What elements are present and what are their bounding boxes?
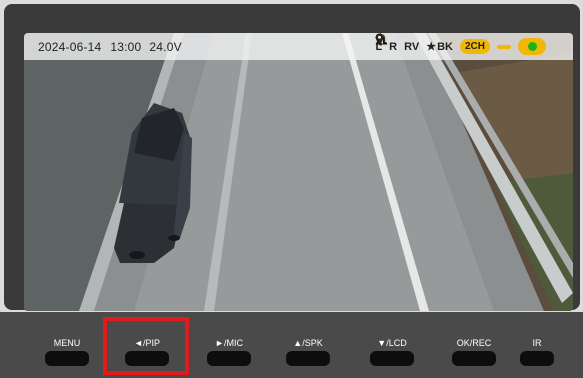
star-icon: ★ — [426, 41, 437, 53]
dashcam-device: 2024-06-14 13:00 24.0V L R RV ★ BK 2CH M… — [0, 0, 583, 378]
brake-label: BK — [437, 40, 453, 53]
status-icons: L R RV ★ BK 2CH — [375, 33, 567, 60]
right-mic-button-label: ►/MIC — [215, 338, 243, 348]
down-lcd-button-label: ▼/LCD — [377, 338, 407, 348]
right-mic-button[interactable] — [207, 351, 251, 366]
right-light-indicator: R — [377, 33, 398, 53]
channels-badge: 2CH — [459, 39, 490, 54]
ir-control: IR — [497, 312, 577, 378]
reverse-light-label: RV — [404, 40, 420, 53]
time-text: 13:00 — [110, 39, 142, 54]
up-spk-button-label: ▲/SPK — [293, 338, 323, 348]
recording-dot-icon — [527, 42, 537, 51]
down-lcd-control: ▼/LCD — [352, 312, 432, 378]
right-light-label: R — [389, 40, 398, 53]
reverse-light-indicator: RV — [377, 33, 420, 53]
down-lcd-button[interactable] — [370, 351, 414, 366]
date-text: 2024-06-14 — [38, 39, 102, 54]
voltage-text: 24.0V — [149, 39, 182, 54]
menu-button-label: MENU — [53, 338, 81, 348]
camera-view: 2024-06-14 13:00 24.0V L R RV ★ BK 2CH — [24, 33, 573, 311]
highlight-box — [103, 317, 189, 375]
menu-control: MENU — [27, 312, 107, 378]
warning-icon — [375, 33, 511, 49]
up-spk-button[interactable] — [286, 351, 330, 366]
status-bar: 2024-06-14 13:00 24.0V L R RV ★ BK 2CH — [24, 33, 573, 60]
right-mic-control: ►/MIC — [189, 312, 269, 378]
ir-button[interactable] — [520, 351, 554, 366]
road-scene — [24, 33, 573, 311]
brake-indicator: ★ BK — [426, 40, 453, 54]
menu-button[interactable] — [45, 351, 89, 366]
ir-button-label: IR — [532, 338, 542, 348]
recording-camera-icon — [375, 33, 546, 55]
ok-rec-button[interactable] — [452, 351, 496, 366]
up-spk-control: ▲/SPK — [268, 312, 348, 378]
control-panel: MENU ◄/PIP ►/MIC ▲/SPK ▼/LCD OK/REC IR — [0, 312, 583, 378]
